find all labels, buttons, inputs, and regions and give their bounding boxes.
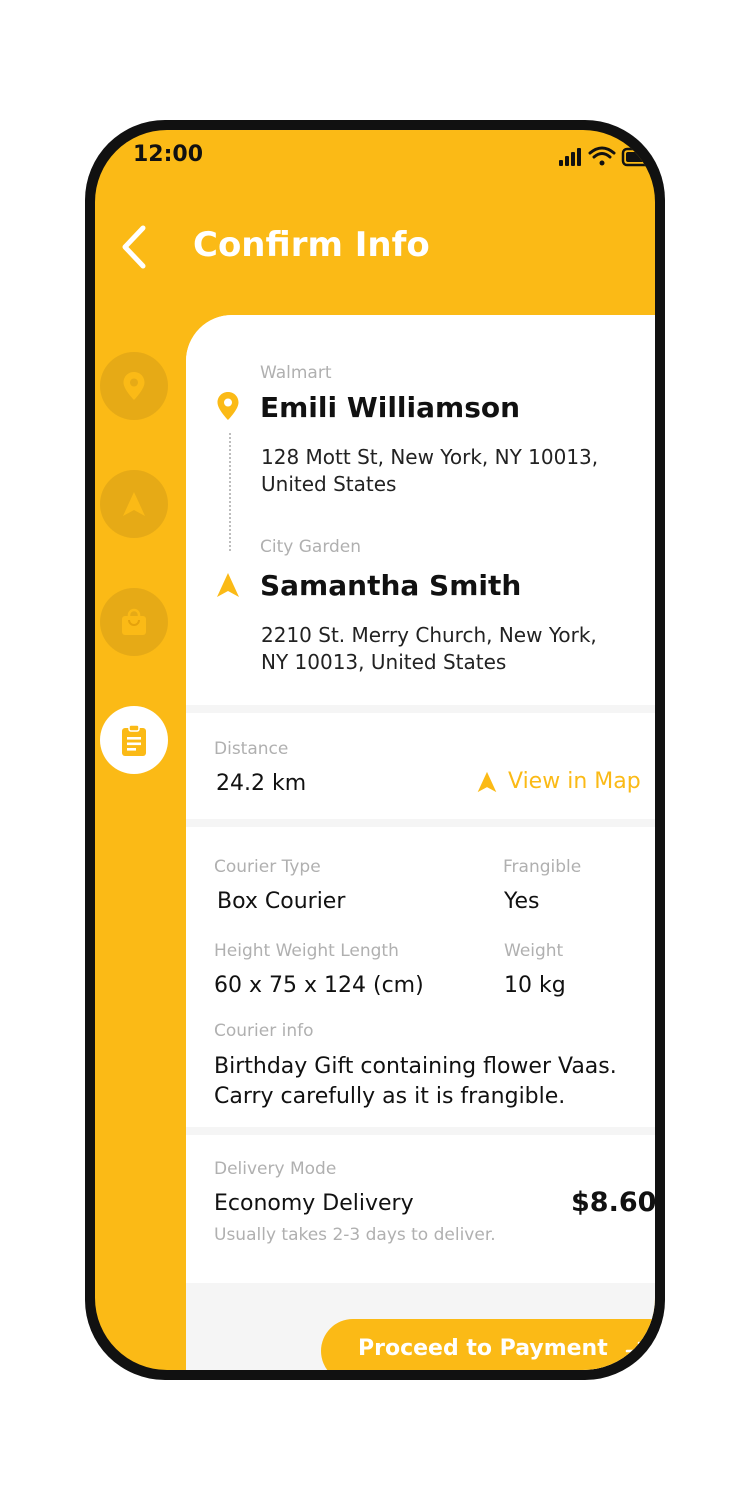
weight-value: 10 kg: [504, 973, 566, 998]
courier-info-line2: Carry carefully as it is frangible.: [214, 1084, 566, 1109]
frangible-label: Frangible: [503, 857, 582, 877]
pickup-label: Walmart: [260, 363, 332, 383]
shopping-bag-icon: [122, 608, 146, 635]
app-screen: 12:00 Confirm Info Walmart Emili William…: [95, 130, 655, 1370]
dropoff-arrow-icon: [217, 573, 239, 597]
frangible-value: Yes: [504, 889, 540, 914]
navigation-arrow-icon: [123, 492, 145, 516]
dimensions-label: Height Weight Length: [214, 941, 399, 961]
view-in-map-link[interactable]: View in Map: [476, 769, 641, 794]
courier-info-line1: Birthday Gift containing flower Vaas.: [214, 1054, 617, 1079]
step-package[interactable]: [100, 588, 168, 656]
courier-type-value: Box Courier: [217, 889, 346, 914]
navigation-arrow-icon: [477, 771, 497, 792]
phone-frame: 12:00 Confirm Info Walmart Emili William…: [85, 120, 665, 1380]
pickup-address-line2: United States: [261, 472, 397, 496]
route-dotted-line: [229, 433, 231, 551]
pickup-pin-icon: [217, 392, 239, 420]
address-section: Walmart Emili Williamson 128 Mott St, Ne…: [186, 315, 655, 705]
delivery-mode-value: Economy Delivery: [214, 1191, 414, 1216]
distance-value: 24.2 km: [216, 771, 307, 796]
weight-label: Weight: [504, 941, 564, 961]
wifi-icon: [588, 146, 616, 166]
delivery-mode-label: Delivery Mode: [214, 1159, 337, 1179]
battery-icon: [621, 147, 655, 167]
dropoff-address-line1: 2210 St. Merry Church, New York,: [261, 623, 597, 647]
back-icon[interactable]: [113, 222, 153, 272]
view-in-map-label: View in Map: [508, 769, 641, 794]
delivery-note: Usually takes 2-3 days to deliver.: [214, 1225, 496, 1245]
proceed-to-payment-label: Proceed to Payment: [358, 1336, 608, 1361]
distance-section: Distance 24.2 km View in Map: [186, 713, 655, 819]
dropoff-label: City Garden: [260, 537, 362, 557]
distance-label: Distance: [214, 739, 289, 759]
step-navigation[interactable]: [100, 470, 168, 538]
courier-info-label: Courier info: [214, 1021, 314, 1041]
dimensions-value: 60 x 75 x 124 (cm): [214, 973, 424, 998]
pickup-name: Emili Williamson: [260, 391, 521, 424]
delivery-section: Delivery Mode Economy Delivery Usually t…: [186, 1135, 655, 1283]
clipboard-icon: [122, 724, 146, 756]
step-confirm[interactable]: [100, 706, 168, 774]
courier-section: Courier Type Box Courier Frangible Yes H…: [186, 827, 655, 1127]
proceed-to-payment-button[interactable]: Proceed to Payment: [321, 1319, 655, 1370]
confirm-card: Walmart Emili Williamson 128 Mott St, Ne…: [186, 315, 655, 1370]
courier-type-label: Courier Type: [214, 857, 321, 877]
page-title: Confirm Info: [193, 225, 430, 265]
location-pin-icon: [123, 372, 145, 400]
arrow-right-icon: [625, 1341, 649, 1361]
step-location[interactable]: [100, 352, 168, 420]
status-icons: [559, 146, 655, 167]
status-time: 12:00: [133, 142, 204, 167]
signal-icon: [559, 148, 581, 166]
pickup-address-line1: 128 Mott St, New York, NY 10013,: [261, 445, 599, 469]
dropoff-name: Samantha Smith: [260, 569, 522, 602]
delivery-price: $8.60: [571, 1187, 655, 1218]
dropoff-address-line2: NY 10013, United States: [261, 650, 507, 674]
